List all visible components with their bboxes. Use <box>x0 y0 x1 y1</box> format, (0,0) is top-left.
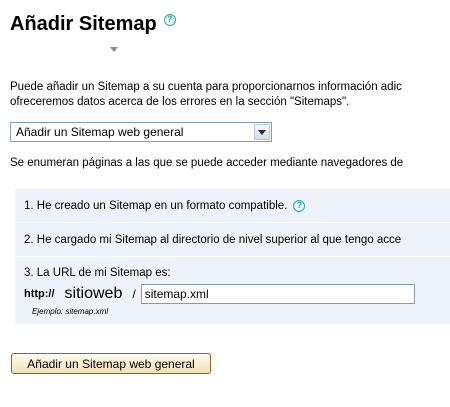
step-2: 2. He cargado mi Sitemap al directorio d… <box>15 223 450 257</box>
select-dropdown-button[interactable] <box>254 124 270 140</box>
url-prefix: http:// <box>24 288 55 300</box>
sitemap-type-description: Se enumeran páginas a las que se puede a… <box>10 157 404 169</box>
steps-panel: 1. He creado un Sitemap en un formato co… <box>15 189 450 325</box>
page-title: Añadir Sitemap <box>10 12 157 35</box>
title-row: Añadir Sitemap ? <box>10 11 176 37</box>
help-icon[interactable]: ? <box>293 199 306 212</box>
sitemap-type-selected: Añadir un Sitemap web general <box>16 125 184 139</box>
step-1: 1. He creado un Sitemap en un formato co… <box>15 189 450 223</box>
intro-line-2: ofreceremos datos acerca de los errores … <box>10 96 350 108</box>
step-1-text: 1. He creado un Sitemap en un formato co… <box>24 199 288 212</box>
sitemap-type-select[interactable]: Añadir un Sitemap web general <box>10 122 272 142</box>
intro-text: Puede añadir un Sitemap a su cuenta para… <box>10 80 450 110</box>
url-example: Ejemplo: sitemap.xml <box>32 307 109 316</box>
step-3: 3. La URL de mi Sitemap es: http:// siti… <box>15 257 450 325</box>
sitemap-url-row: http:// sitioweb / <box>24 284 415 304</box>
dropdown-arrow-icon[interactable] <box>110 47 118 52</box>
step-3-text: 3. La URL de mi Sitemap es: <box>24 267 171 279</box>
sitemap-url-input[interactable] <box>140 284 415 304</box>
help-icon[interactable]: ? <box>163 13 176 26</box>
intro-line-1: Puede añadir un Sitemap a su cuenta para… <box>10 81 402 93</box>
step-2-text: 2. He cargado mi Sitemap al directorio d… <box>24 233 402 246</box>
add-sitemap-button[interactable]: Añadir un Sitemap web general <box>11 353 211 374</box>
url-host: sitioweb <box>64 285 123 302</box>
url-slash: / <box>132 287 136 301</box>
chevron-down-icon <box>258 129 266 135</box>
